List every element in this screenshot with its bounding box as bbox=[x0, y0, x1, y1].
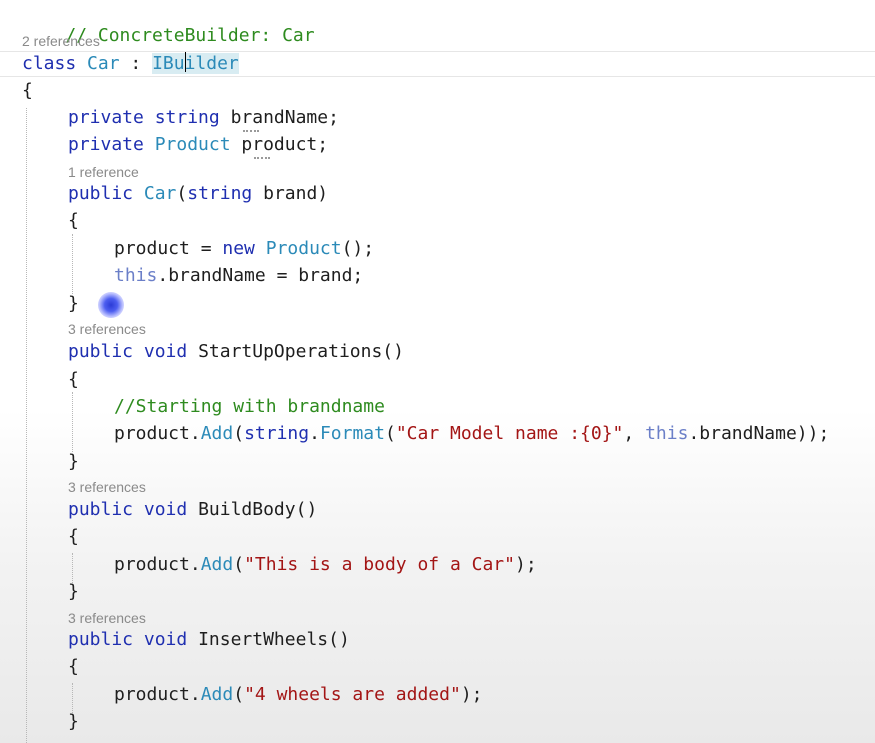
method-call: Add bbox=[200, 423, 234, 444]
punctuation: ); bbox=[515, 554, 537, 575]
codelens-references[interactable]: 3 references bbox=[68, 479, 146, 495]
code-line[interactable]: } bbox=[68, 711, 79, 733]
keyword: class bbox=[22, 53, 77, 74]
brace: { bbox=[68, 526, 79, 547]
keyword: public bbox=[68, 499, 134, 520]
brace: } bbox=[68, 711, 79, 732]
keyword: public bbox=[68, 341, 134, 362]
codelens-references[interactable]: 1 reference bbox=[68, 164, 139, 180]
keyword: private bbox=[68, 107, 144, 128]
comment: //Starting with brandname bbox=[114, 396, 385, 417]
indent-guide bbox=[26, 108, 27, 743]
type-name: Product bbox=[154, 134, 231, 155]
identifier: product. bbox=[114, 554, 201, 575]
method-name: BuildBody() bbox=[198, 499, 318, 520]
codelens-references[interactable]: 3 references bbox=[68, 321, 146, 337]
punctuation: ( bbox=[233, 684, 245, 705]
code-line[interactable]: { bbox=[68, 369, 79, 391]
keyword: new bbox=[222, 238, 255, 259]
string-literal: "Car Model name :{0}" bbox=[395, 423, 624, 444]
indent-guide bbox=[72, 553, 73, 583]
string-literal: "4 wheels are added" bbox=[244, 684, 461, 705]
mouse-cursor-indicator bbox=[98, 292, 124, 318]
code-line[interactable]: public void BuildBody() bbox=[68, 499, 317, 521]
brace: } bbox=[68, 581, 79, 602]
code-line[interactable]: { bbox=[22, 80, 33, 102]
code-line[interactable]: product.Add(string.Format("Car Model nam… bbox=[114, 423, 829, 445]
brace: { bbox=[68, 369, 79, 390]
code-line[interactable]: { bbox=[68, 210, 79, 232]
constructor-name: Car bbox=[143, 183, 177, 204]
code-line[interactable]: product.Add("This is a body of a Car"); bbox=[114, 554, 537, 576]
code-editor[interactable]: // ConcreteBuilder: Car 2 references cla… bbox=[0, 0, 875, 743]
code-line[interactable]: } bbox=[68, 581, 79, 603]
keyword: string bbox=[187, 183, 253, 204]
indent-guide bbox=[72, 683, 73, 713]
keyword: string bbox=[154, 107, 220, 128]
method-name: InsertWheels() bbox=[198, 629, 350, 650]
punctuation: ( bbox=[176, 183, 188, 204]
field-name: brandName; bbox=[230, 107, 339, 128]
punctuation: ( bbox=[233, 423, 245, 444]
code-line[interactable]: //Starting with brandname bbox=[114, 396, 385, 418]
code-line[interactable]: { bbox=[68, 526, 79, 548]
keyword: string bbox=[244, 423, 310, 444]
parameter: brand) bbox=[263, 183, 329, 204]
keyword: private bbox=[68, 134, 144, 155]
statement: product = bbox=[114, 238, 223, 259]
keyword: public bbox=[68, 629, 134, 650]
indent-guide bbox=[72, 392, 73, 452]
keyword: this bbox=[114, 265, 158, 286]
brace: { bbox=[22, 80, 33, 101]
brace: { bbox=[68, 210, 79, 231]
method-call: Add bbox=[200, 554, 234, 575]
code-line[interactable]: class Car : IBuilder bbox=[22, 52, 239, 74]
codelens-references[interactable]: 2 references bbox=[22, 33, 100, 49]
punctuation: , bbox=[623, 423, 646, 444]
code-line[interactable]: // ConcreteBuilder: Car bbox=[22, 3, 314, 46]
code-line[interactable]: } bbox=[68, 451, 79, 473]
identifier: product. bbox=[114, 423, 201, 444]
code-line[interactable]: product = new Product(); bbox=[114, 238, 374, 260]
codelens-references[interactable]: 3 references bbox=[68, 610, 146, 626]
code-line[interactable]: this.brandName = brand; bbox=[114, 265, 363, 287]
brace: } bbox=[68, 293, 79, 314]
base-interface: IBuilder bbox=[152, 52, 239, 74]
code-line[interactable]: public void StartUpOperations() bbox=[68, 341, 404, 363]
method-call: Format bbox=[319, 423, 385, 444]
statement: .brandName)); bbox=[688, 423, 830, 444]
keyword: public bbox=[68, 183, 134, 204]
statement: .brandName = brand; bbox=[157, 265, 364, 286]
punctuation: (); bbox=[341, 238, 375, 259]
code-line[interactable]: private string brandName; bbox=[68, 107, 339, 129]
class-name: Car bbox=[87, 53, 120, 74]
identifier: product. bbox=[114, 684, 201, 705]
code-line[interactable]: public void InsertWheels() bbox=[68, 629, 350, 651]
method-call: Add bbox=[200, 684, 234, 705]
brace: } bbox=[68, 451, 79, 472]
punctuation: . bbox=[309, 423, 320, 444]
punctuation: ); bbox=[460, 684, 483, 705]
code-line[interactable]: { bbox=[68, 656, 79, 678]
suggestion-dots bbox=[254, 155, 270, 159]
punctuation: ( bbox=[233, 554, 245, 575]
type-name: Product bbox=[265, 238, 342, 259]
punctuation: : bbox=[119, 53, 153, 74]
brace: { bbox=[68, 656, 79, 677]
code-line[interactable]: public Car(string brand) bbox=[68, 183, 328, 205]
method-name: StartUpOperations() bbox=[198, 341, 404, 362]
suggestion-dots bbox=[243, 128, 259, 132]
indent-guide bbox=[72, 234, 73, 294]
comment: // ConcreteBuilder: Car bbox=[65, 25, 315, 46]
field-name: product; bbox=[241, 134, 329, 155]
keyword: void bbox=[143, 499, 188, 520]
code-line[interactable]: } bbox=[68, 293, 79, 315]
string-literal: "This is a body of a Car" bbox=[244, 554, 515, 575]
punctuation: ( bbox=[384, 423, 396, 444]
code-line[interactable]: private Product product; bbox=[68, 134, 328, 156]
keyword: void bbox=[143, 629, 188, 650]
keyword: this bbox=[645, 423, 689, 444]
keyword: void bbox=[143, 341, 188, 362]
code-line[interactable]: product.Add("4 wheels are added"); bbox=[114, 684, 483, 706]
